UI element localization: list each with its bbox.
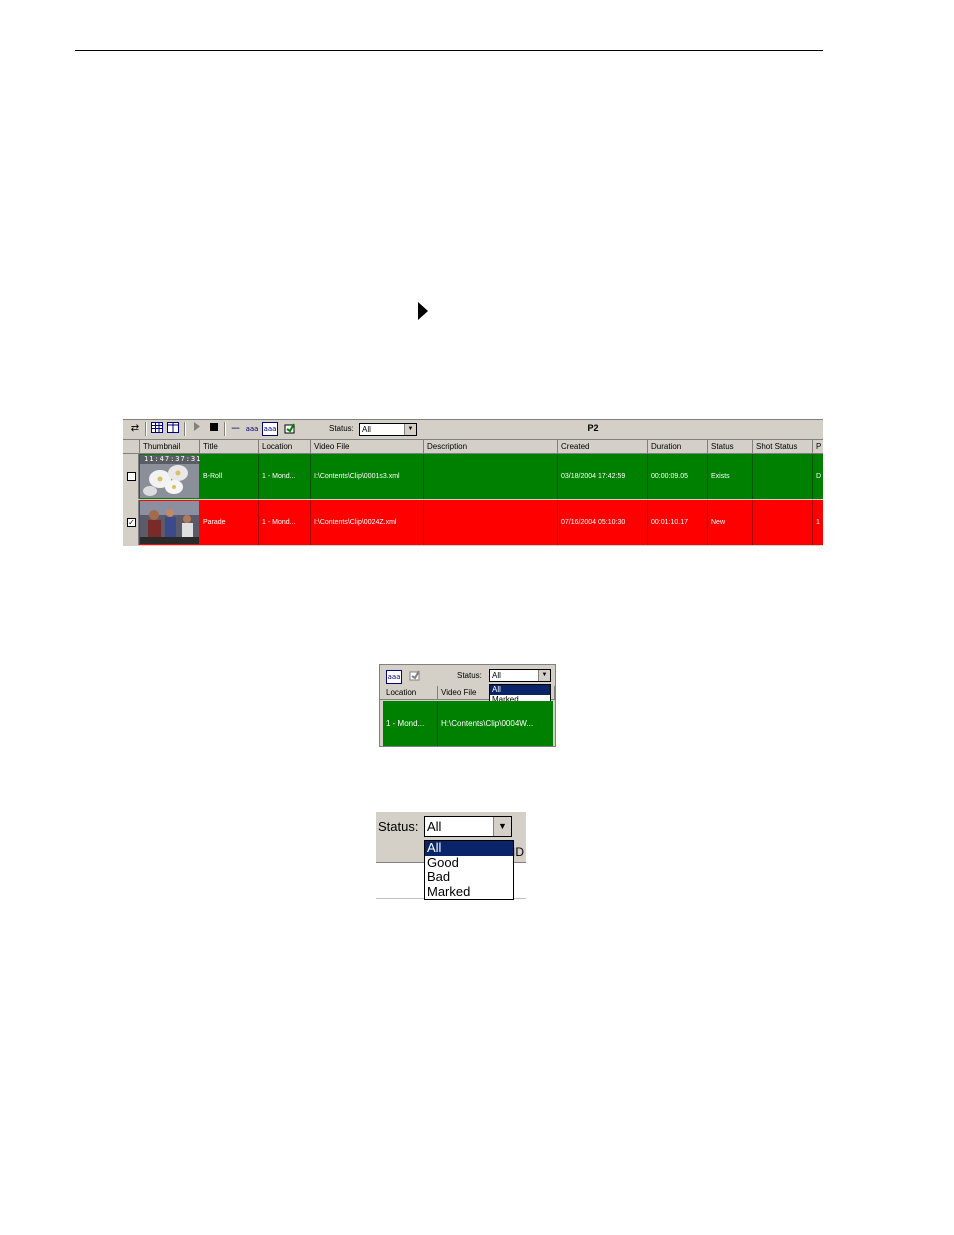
cell-location[interactable]: 1 - Mond...	[259, 500, 311, 545]
cell-shot-status[interactable]	[753, 500, 813, 545]
status-dropdown-list: All Good Bad Marked	[424, 840, 514, 900]
status-option-all[interactable]: All	[425, 840, 513, 856]
chevron-down-icon[interactable]: ▼	[538, 670, 550, 681]
panel-title: P2	[587, 423, 599, 433]
step-arrow-icon	[418, 302, 428, 320]
stop-icon[interactable]	[207, 422, 221, 436]
cell-duration[interactable]: 00:00:09.05	[648, 454, 708, 499]
header-location[interactable]: Location	[259, 440, 311, 453]
status-option-marked[interactable]: Marked	[425, 884, 513, 900]
status-dropdown-value: All	[492, 671, 501, 680]
status-dropdown[interactable]: All ▼	[489, 669, 551, 682]
header-shot-status[interactable]: Shot Status	[753, 440, 813, 453]
status-filter-screenshot-small: aaa Status: All ▼ Location Video File Al…	[379, 664, 556, 747]
cell-shot-status[interactable]	[753, 454, 813, 499]
cell-video-file[interactable]: I:\Contents\Clip\0024Z.xml	[311, 500, 424, 545]
clip-thumbnail[interactable]: 11:47:37:31	[140, 455, 202, 498]
row-checkbox-checked[interactable]: ✓	[127, 518, 136, 527]
chevron-down-icon[interactable]: ▼	[404, 424, 416, 435]
clip-thumbnail[interactable]	[140, 501, 199, 544]
table-row[interactable]: ✓ Parade 1 - Mond... I:\Contents\Clip\00…	[123, 500, 823, 545]
toolbar: ⇄ --- aaa aaa Status: All ▼ P2	[123, 420, 823, 440]
header-status[interactable]: Status	[708, 440, 753, 453]
header-location[interactable]: Location	[383, 686, 438, 699]
status-dropdown-value: All	[362, 425, 371, 434]
cell-p[interactable]: D	[813, 454, 823, 499]
status-label: Status:	[378, 819, 419, 834]
header-video-file[interactable]: Video File	[311, 440, 424, 453]
text-abc-box-icon[interactable]: aaa	[262, 422, 278, 436]
thumbnail-timecode: 11:47:37:31	[144, 455, 202, 463]
status-option-bad[interactable]: Bad	[425, 869, 513, 885]
cell-title[interactable]: B-Roll	[200, 454, 259, 499]
cell-created[interactable]: 07/16/2004 05:10:30	[558, 500, 648, 545]
header-description[interactable]: Description	[424, 440, 558, 453]
toolbar-separator	[224, 422, 226, 436]
dash-line-icon[interactable]: ---	[228, 422, 242, 436]
cell-video-file[interactable]: H:\Contents\Clip\0004W...	[438, 701, 553, 746]
header-p[interactable]: P	[813, 440, 823, 453]
cell-location[interactable]: 1 - Mond...	[383, 701, 438, 746]
text-abc-box-icon[interactable]: aaa	[386, 670, 402, 684]
cell-duration[interactable]: 00:01:10.17	[648, 500, 708, 545]
status-label: Status:	[457, 671, 482, 680]
header-duration[interactable]: Duration	[648, 440, 708, 453]
toolbar-separator	[145, 422, 147, 436]
cell-status[interactable]: New	[708, 500, 753, 545]
grid-view-icon[interactable]	[150, 422, 164, 436]
text-abc-icon[interactable]: aaa	[245, 422, 259, 436]
status-dropdown[interactable]: All ▼	[359, 423, 417, 436]
cell-status[interactable]: Exists	[708, 454, 753, 499]
row-checkbox-cell: ✓	[123, 500, 139, 545]
export-icon[interactable]	[283, 422, 297, 436]
row-checkbox[interactable]	[127, 472, 136, 481]
status-dropdown[interactable]: All ▼	[424, 816, 512, 837]
cell-location[interactable]: 1 - Mond...	[259, 454, 311, 499]
header-title[interactable]: Title	[200, 440, 259, 453]
table-row[interactable]: 11:47:37:31 B-Roll 1 - Mond... I:\Conten…	[123, 454, 823, 499]
export-icon[interactable]	[408, 669, 422, 683]
page-top-rule	[75, 50, 823, 51]
cell-created[interactable]: 03/18/2004 17:42:59	[558, 454, 648, 499]
cell-description[interactable]	[424, 500, 558, 545]
cell-description[interactable]	[424, 454, 558, 499]
status-option-good[interactable]: Good	[425, 855, 513, 871]
table-header: Thumbnail Title Location Video File Desc…	[123, 440, 823, 454]
cell-p[interactable]: 1	[813, 500, 823, 545]
toolbar-separator	[184, 422, 186, 436]
cell-title[interactable]: Parade	[200, 500, 259, 545]
header-thumbnail[interactable]: Thumbnail	[140, 440, 200, 453]
status-label: Status:	[329, 424, 354, 433]
p2-clip-panel: ⇄ --- aaa aaa Status: All ▼ P2 Thumbnail	[123, 419, 823, 546]
column-view-icon[interactable]	[166, 422, 180, 436]
row-checkbox-cell	[123, 454, 139, 499]
swap-icon[interactable]: ⇄	[128, 422, 142, 436]
cell-video-file[interactable]: I:\Contents\Clip\0001s3.xml	[311, 454, 424, 499]
header-checkbox-column	[123, 440, 140, 453]
header-created[interactable]: Created	[558, 440, 648, 453]
table-row[interactable]: 1 - Mond... H:\Contents\Clip\0004W...	[383, 701, 553, 746]
status-dropdown-value: All	[427, 819, 442, 834]
play-icon[interactable]	[190, 422, 204, 436]
status-option-all[interactable]: All	[490, 685, 550, 695]
chevron-down-icon[interactable]: ▼	[493, 817, 511, 836]
status-filter-screenshot-large: Status: All ▼ ID All Good Bad Marked	[376, 812, 526, 900]
